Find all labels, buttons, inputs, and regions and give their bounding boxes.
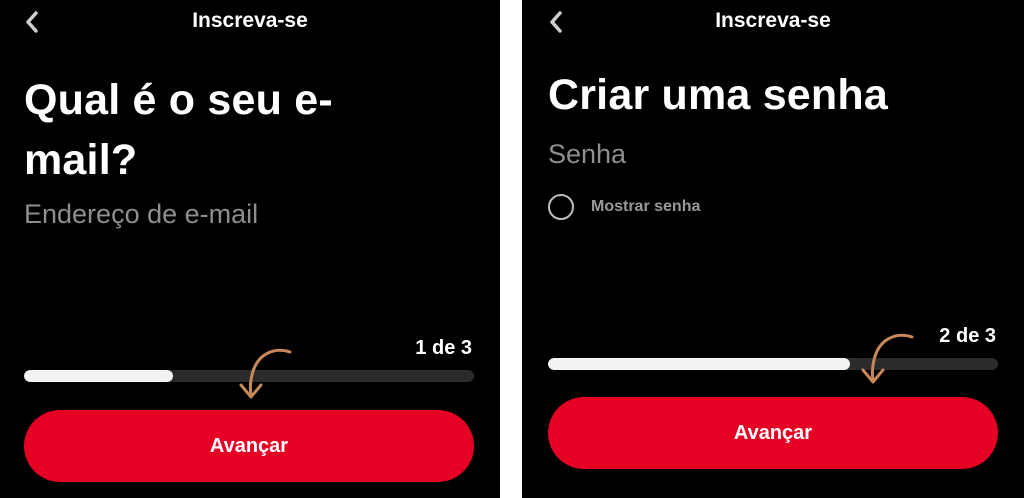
password-input[interactable] <box>548 136 988 172</box>
progress-fill <box>548 358 850 370</box>
next-button[interactable]: Avançar <box>24 410 474 482</box>
page-heading: Criar uma senha <box>548 71 888 119</box>
comparison-stage: Inscreva-se Qual é o seu e-mail? 1 de 3 … <box>0 0 1024 498</box>
step-counter: 1 de 3 <box>415 337 472 359</box>
password-step-screen: Inscreva-se Criar uma senha Mostrar senh… <box>522 0 1024 498</box>
progress-bar <box>548 358 998 370</box>
show-password-label: Mostrar senha <box>591 198 701 215</box>
next-button[interactable]: Avançar <box>548 397 998 469</box>
annotation-arrow-icon <box>239 348 292 399</box>
nav-title: Inscreva-se <box>192 9 308 32</box>
radio-unchecked-icon[interactable] <box>548 194 574 220</box>
annotation-arrow-icon <box>861 333 914 384</box>
step-counter: 2 de 3 <box>939 325 996 347</box>
show-password-toggle[interactable]: Mostrar senha <box>548 194 700 220</box>
email-step-screen: Inscreva-se Qual é o seu e-mail? 1 de 3 … <box>0 0 500 498</box>
email-input[interactable] <box>24 196 464 232</box>
progress-fill <box>24 370 173 382</box>
nav-title: Inscreva-se <box>715 9 831 32</box>
page-heading: Qual é o seu e-mail? <box>24 76 333 184</box>
